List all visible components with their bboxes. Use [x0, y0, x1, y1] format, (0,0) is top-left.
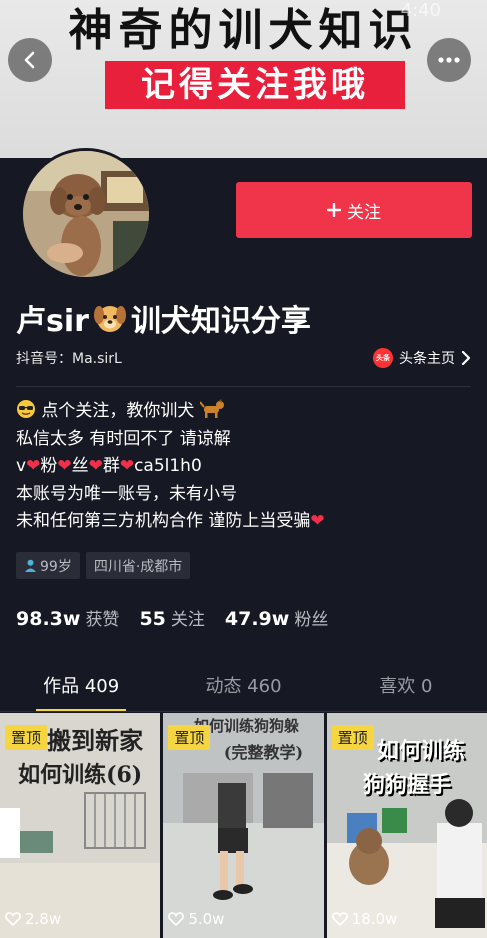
chevron-right-icon	[461, 351, 471, 365]
divider	[16, 386, 471, 387]
bio-line-1: 点个关注，教你训犬	[16, 398, 325, 426]
pinned-badge: 置顶	[168, 725, 211, 750]
back-button[interactable]	[8, 38, 52, 82]
likes-stat[interactable]: 98.3w 获赞	[16, 605, 119, 630]
video-thumbnail[interactable]: 置顶 如何训练 狗狗握手 18.0w	[326, 713, 487, 938]
chevron-left-icon	[24, 51, 35, 69]
profile-tags: 99岁 四川省·成都市	[16, 552, 191, 579]
profile-stats: 98.3w 获赞 55 关注 47.9w 粉丝	[16, 605, 328, 630]
tab-posts[interactable]: 动态 460	[162, 665, 324, 711]
location-text: 四川省·成都市	[93, 558, 183, 575]
pinned-badge: 置顶	[5, 725, 48, 750]
stat-number: 98.3w	[16, 608, 81, 630]
bio: 点个关注，教你训犬 私信太多 有时回不了 请谅解 v❤粉❤丝❤群❤ca5l1h0…	[16, 398, 325, 536]
heart-outline-icon	[331, 912, 348, 926]
stat-label: 关注	[170, 610, 205, 630]
heart-icon: ❤	[119, 456, 135, 476]
stat-number: 47.9w	[224, 608, 290, 630]
heart-outline-icon	[168, 912, 185, 926]
heart-icon: ❤	[26, 456, 41, 476]
heart-outline-icon	[5, 912, 21, 926]
profile-name: 卢sir 训犬知识分享	[16, 296, 311, 340]
status-time: 4:40	[400, 0, 441, 21]
profile-name-part1: 卢sir	[16, 304, 89, 339]
stat-label: 获赞	[85, 610, 120, 630]
age-tag: 99岁	[16, 552, 80, 579]
age-text: 99岁	[40, 558, 72, 575]
dog-face-emoji-icon	[93, 306, 126, 332]
following-stat[interactable]: 55 关注	[139, 605, 204, 630]
heart-icon: ❤	[57, 456, 72, 476]
likes-count: 18.0w	[351, 910, 398, 928]
avatar[interactable]	[20, 148, 152, 280]
location-tag: 四川省·成都市	[85, 552, 191, 579]
pinned-badge: 置顶	[331, 725, 374, 750]
dog-emoji-icon	[199, 399, 224, 418]
stat-label: 粉丝	[294, 610, 329, 630]
video-likes: 18.0w	[331, 910, 398, 928]
cover-text-line2: 如何训练(6)	[18, 762, 143, 788]
profile-name-part2: 训犬知识分享	[130, 304, 311, 339]
bio-line3-part4: 群	[102, 456, 120, 476]
tabs-divider	[0, 711, 487, 712]
bio-line-3: v❤粉❤丝❤群❤ca5l1h0	[16, 453, 325, 481]
id-row: 抖音号：Ma.sirL 头条 头条主页	[16, 348, 471, 372]
sunglasses-face-emoji-icon	[17, 400, 35, 418]
video-thumbnail[interactable]: 置顶 如何训练狗狗躲 (完整教学) 5.0w	[163, 713, 324, 938]
video-thumbnail[interactable]: 置顶 搬到新家 如何训练(6) 2.8w	[0, 713, 161, 938]
toutiao-logo-icon: 头条	[373, 348, 393, 368]
bio-line3-part1: v	[16, 456, 27, 476]
douyin-id: 抖音号：Ma.sirL	[16, 351, 122, 367]
video-likes: 5.0w	[168, 910, 224, 928]
bio-line3-part3: 丝	[71, 456, 89, 476]
toutiao-label: 头条主页	[399, 351, 455, 367]
tab-works[interactable]: 作品 409	[0, 665, 162, 711]
banner-subtitle: 记得关注我哦	[105, 61, 405, 109]
bio-line3-part5: ca5l1h0	[134, 456, 202, 476]
more-button[interactable]	[427, 38, 471, 82]
toutiao-homepage-link[interactable]: 头条 头条主页	[373, 348, 471, 368]
plus-icon	[327, 203, 341, 217]
person-icon	[25, 559, 36, 572]
poodle-avatar-image	[23, 151, 149, 277]
bio-line3-part2: 粉	[40, 456, 58, 476]
likes-count: 2.8w	[25, 910, 62, 928]
follow-label: 关注	[347, 202, 381, 223]
bio-line-2: 私信太多 有时回不了 请谅解	[16, 428, 231, 449]
likes-count: 5.0w	[188, 910, 225, 928]
content-tabs: 作品 409 动态 460 喜欢 0	[0, 665, 487, 711]
followers-stat[interactable]: 47.9w 粉丝	[225, 605, 328, 630]
follow-button[interactable]: 关注	[236, 182, 472, 238]
bio-text-1: 点个关注，教你训犬	[41, 401, 195, 421]
more-dots-icon	[438, 57, 460, 63]
tab-likes[interactable]: 喜欢 0	[325, 665, 487, 711]
bio-line-4: 本账号为唯一账号，未有小号	[16, 483, 237, 504]
stat-number: 55	[139, 608, 166, 630]
video-grid: 置顶 搬到新家 如何训练(6) 2.8w 置顶 如何训练狗狗躲 (完整教学) 5…	[0, 713, 487, 938]
cover-text-line2: 狗狗握手	[362, 772, 451, 798]
bio-text-5: 未和任何第三方机构合作 谨防上当受骗	[16, 511, 311, 531]
top-banner: 神奇的训犬知识 记得关注我哦 4:40	[0, 0, 487, 158]
heart-icon: ❤	[88, 456, 103, 476]
heart-icon: ❤	[310, 511, 325, 531]
bio-line-5: 未和任何第三方机构合作 谨防上当受骗❤	[16, 508, 325, 536]
video-likes: 2.8w	[5, 910, 61, 928]
